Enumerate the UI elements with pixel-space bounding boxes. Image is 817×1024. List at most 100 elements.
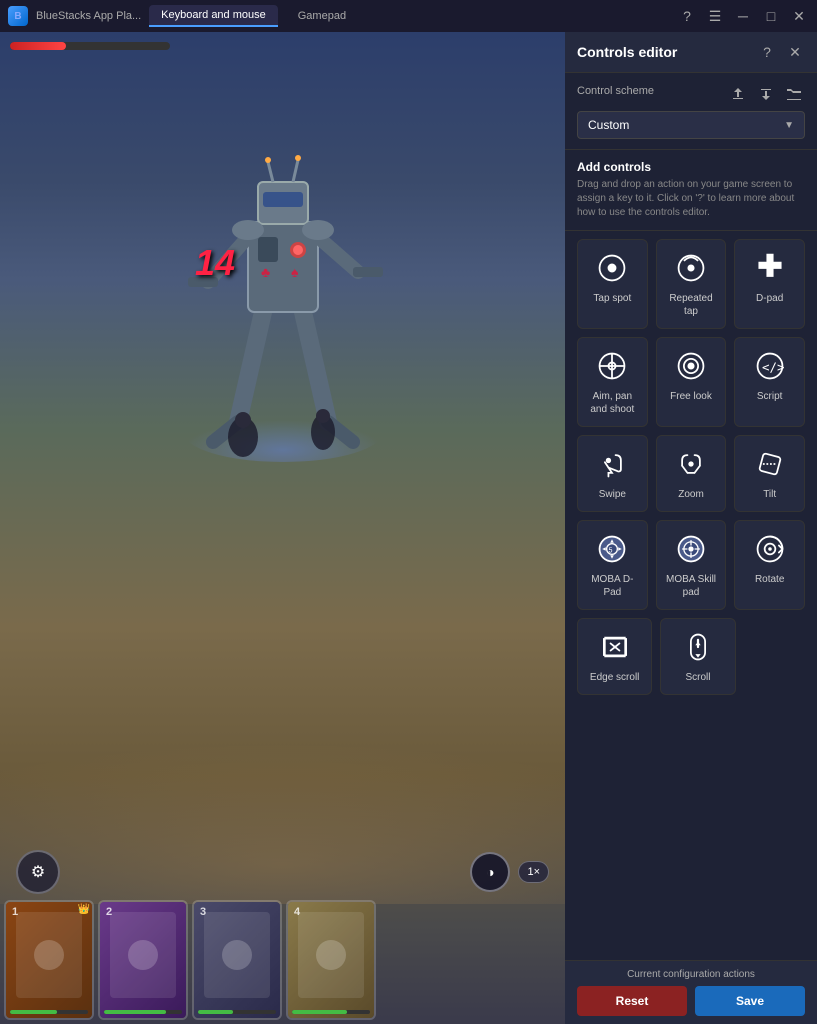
bottom-actions: Current configuration actions Reset Save: [565, 960, 817, 1024]
char-face-3: [204, 912, 270, 998]
control-repeated-tap[interactable]: Repeated tap: [656, 239, 727, 329]
tilt-label: Tilt: [763, 488, 776, 501]
scheme-folder-icon[interactable]: [783, 83, 805, 105]
svg-text:♣: ♣: [261, 264, 270, 280]
moba-dpad-icon: 5: [594, 531, 630, 567]
empty-slot: [744, 618, 805, 695]
game-area[interactable]: ♣ ♠ 14 ⚙ ◑ 1×: [0, 32, 565, 1024]
tab-keyboard-label: Keyboard and mouse: [161, 9, 266, 21]
controls-row-3: Swipe Zoom: [577, 435, 805, 512]
config-actions-label: Current configuration actions: [577, 969, 805, 980]
tab-keyboard[interactable]: Keyboard and mouse: [149, 5, 278, 27]
add-controls-desc: Drag and drop an action on your game scr…: [577, 178, 805, 220]
char-hp-fill-1: [10, 1010, 57, 1014]
swipe-label: Swipe: [599, 488, 626, 501]
char-num-4: 4: [294, 906, 300, 918]
title-bar: B BlueStacks App Pla... Keyboard and mou…: [0, 0, 817, 32]
help-icon[interactable]: ?: [757, 42, 777, 62]
char-card-1[interactable]: 👑 1: [4, 900, 94, 1020]
swipe-icon: [594, 446, 630, 482]
hud-row: ⚙ ◑ 1×: [0, 850, 565, 894]
damage-number: 14: [195, 242, 235, 284]
select-arrow-icon: ▼: [784, 120, 794, 131]
controls-grid: Tap spot Repeated tap: [565, 231, 817, 960]
edge-scroll-icon: [597, 629, 633, 665]
app-name: BlueStacks App Pla...: [36, 10, 141, 22]
free-look-label: Free look: [670, 390, 712, 403]
char-hp-fill-2: [104, 1010, 166, 1014]
char-num-3: 3: [200, 906, 206, 918]
char-hp-2: [104, 1010, 182, 1014]
char-card-4[interactable]: 4: [286, 900, 376, 1020]
repeated-tap-icon: [673, 250, 709, 286]
control-d-pad[interactable]: D-pad: [734, 239, 805, 329]
tap-spot-icon: [594, 250, 630, 286]
window-controls: ? ☰ ─ □ ✕: [677, 6, 809, 26]
logo-text: B: [14, 11, 21, 22]
health-fill: [10, 42, 66, 50]
control-tilt[interactable]: Tilt: [734, 435, 805, 512]
aim-pan-shoot-icon: [594, 348, 630, 384]
char-hp-fill-3: [198, 1010, 233, 1014]
moba-skill-icon: [673, 531, 709, 567]
reset-button[interactable]: Reset: [577, 986, 687, 1016]
repeated-tap-label: Repeated tap: [663, 292, 720, 318]
edge-scroll-label: Edge scroll: [590, 671, 639, 684]
tab-gamepad[interactable]: Gamepad: [286, 6, 358, 26]
control-rotate[interactable]: Rotate: [734, 520, 805, 610]
control-edge-scroll[interactable]: Edge scroll: [577, 618, 652, 695]
char-avatar-4: [316, 940, 346, 970]
menu-icon[interactable]: ☰: [705, 6, 725, 26]
add-controls-section: Add controls Drag and drop an action on …: [565, 150, 817, 231]
scheme-select[interactable]: Custom ▼: [577, 111, 805, 139]
maximize-icon[interactable]: □: [761, 6, 781, 26]
save-button[interactable]: Save: [695, 986, 805, 1016]
zoom-icon: [673, 446, 709, 482]
char-num-1: 1: [12, 906, 18, 918]
panel-header-icons: ? ✕: [757, 42, 805, 62]
control-tap-spot[interactable]: Tap spot: [577, 239, 648, 329]
char-hp-1: [10, 1010, 88, 1014]
tab-gamepad-label: Gamepad: [298, 10, 346, 22]
control-scroll[interactable]: Scroll: [660, 618, 735, 695]
health-bar: [10, 42, 170, 50]
scheme-upload-icon[interactable]: [727, 83, 749, 105]
control-moba-skill[interactable]: MOBA Skill pad: [656, 520, 727, 610]
control-moba-dpad[interactable]: 5 MOBA D-Pad: [577, 520, 648, 610]
question-icon[interactable]: ?: [677, 6, 697, 26]
control-scheme-section: Control scheme Custom ▼: [565, 73, 817, 150]
center-hud-btn[interactable]: ◑: [470, 852, 510, 892]
controls-row-2: Aim, pan and shoot Free look: [577, 337, 805, 427]
char-hp-3: [198, 1010, 276, 1014]
minimize-icon[interactable]: ─: [733, 6, 753, 26]
scroll-icon: [680, 629, 716, 665]
char-card-3[interactable]: 3: [192, 900, 282, 1020]
rotate-icon: [752, 531, 788, 567]
moba-dpad-label: MOBA D-Pad: [584, 573, 641, 599]
control-aim-pan-shoot[interactable]: Aim, pan and shoot: [577, 337, 648, 427]
control-zoom[interactable]: Zoom: [656, 435, 727, 512]
svg-text:5: 5: [609, 547, 613, 555]
char-face-2: [110, 912, 176, 998]
char-avatar-3: [222, 940, 252, 970]
char-cards: 👑 1 2 3: [0, 896, 565, 1024]
char-card-2[interactable]: 2: [98, 900, 188, 1020]
scheme-export-icon[interactable]: [755, 83, 777, 105]
aim-pan-shoot-label: Aim, pan and shoot: [584, 390, 641, 416]
svg-text:♠: ♠: [291, 264, 299, 280]
panel-close-icon[interactable]: ✕: [785, 42, 805, 62]
panel-title: Controls editor: [577, 44, 677, 60]
controls-row-1: Tap spot Repeated tap: [577, 239, 805, 329]
svg-text:</>: </>: [762, 359, 784, 374]
control-script[interactable]: </> Script: [734, 337, 805, 427]
close-icon[interactable]: ✕: [789, 6, 809, 26]
skill-button[interactable]: ⚙: [16, 850, 60, 894]
char-face-1: [16, 912, 82, 998]
char-avatar-2: [128, 940, 158, 970]
control-swipe[interactable]: Swipe: [577, 435, 648, 512]
controls-row-5: Edge scroll Scroll: [577, 618, 805, 695]
script-label: Script: [757, 390, 783, 403]
control-free-look[interactable]: Free look: [656, 337, 727, 427]
scroll-label: Scroll: [685, 671, 710, 684]
app-logo: B: [8, 6, 28, 26]
